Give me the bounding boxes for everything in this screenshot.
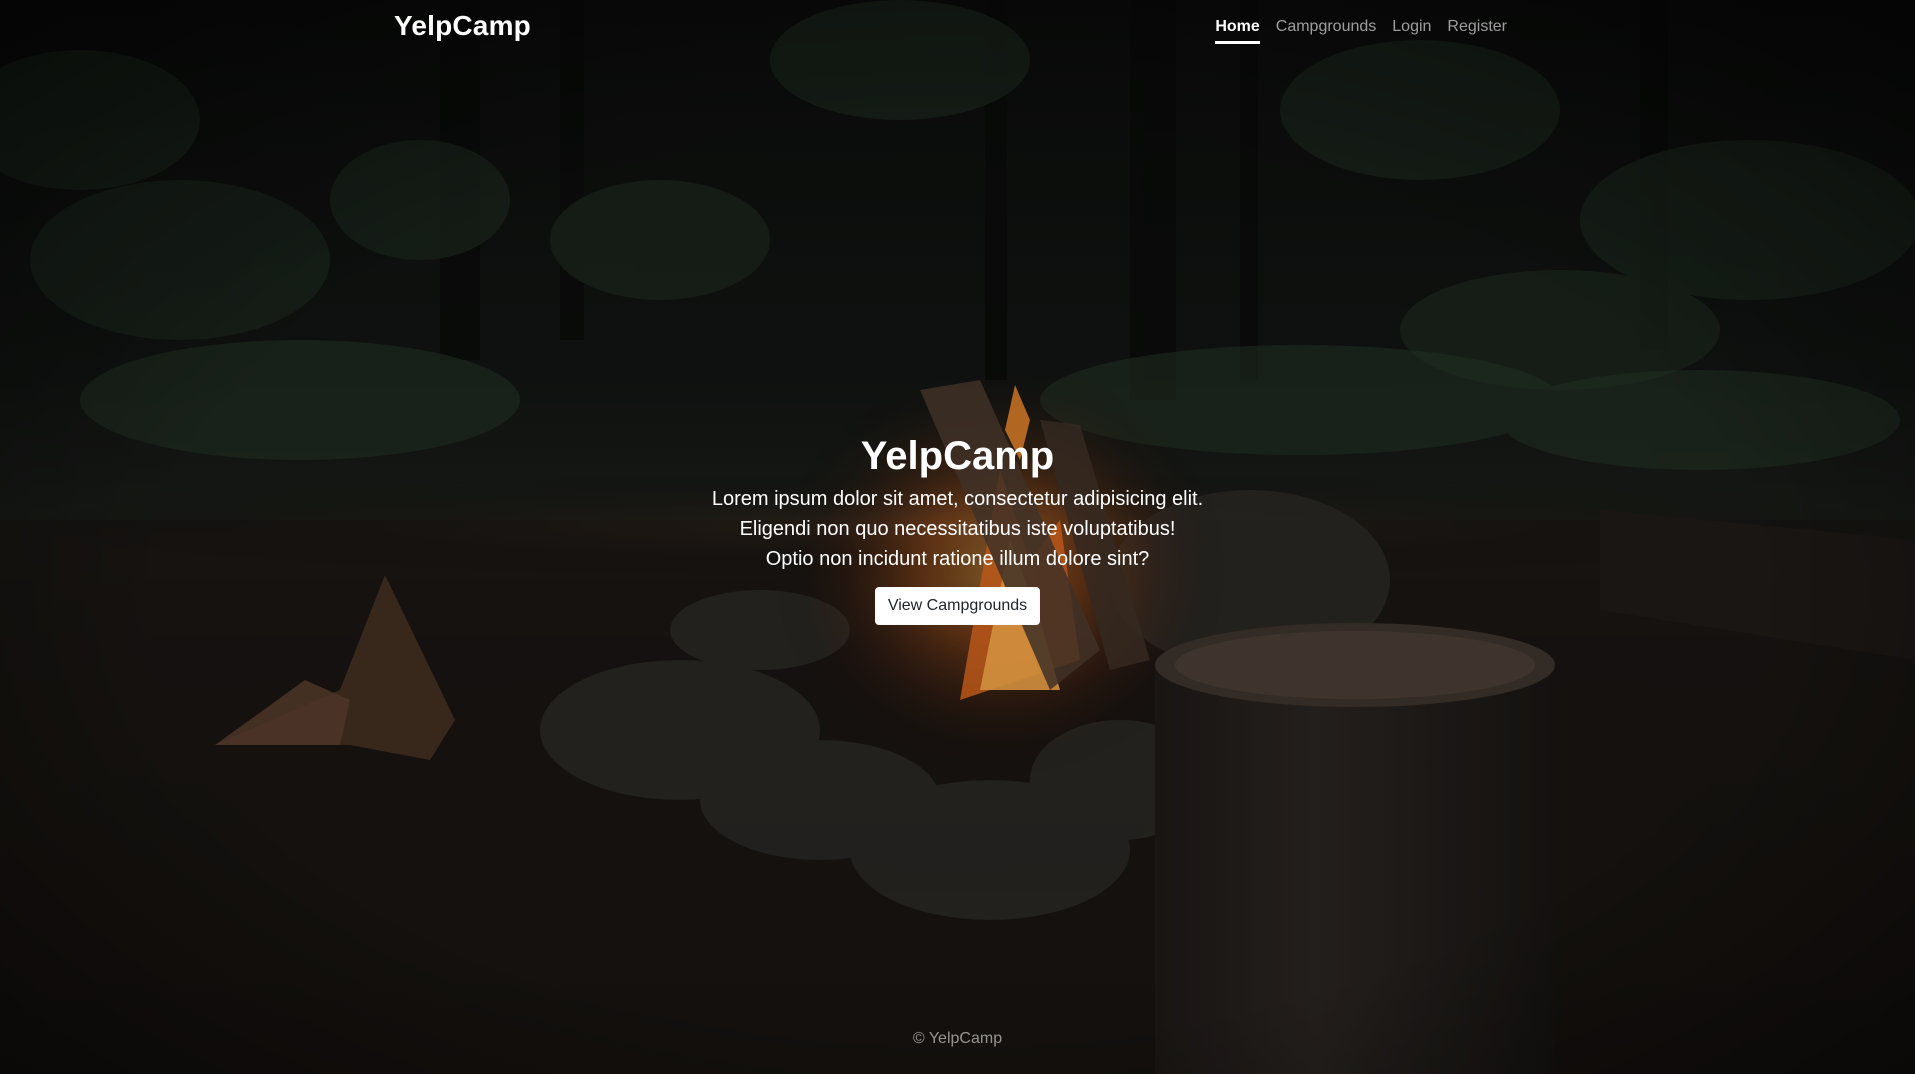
hero-description-line: Eligendi non quo necessitatibus iste vol…	[739, 518, 1176, 540]
hero-description-line: Lorem ipsum dolor sit amet, consectetur …	[711, 488, 1204, 510]
navbar: YelpCamp Home Campgrounds Login Register	[0, 0, 1915, 56]
view-campgrounds-button[interactable]: View Campgrounds	[874, 587, 1041, 625]
footer-copyright: © YelpCamp	[912, 1030, 1003, 1047]
nav-links: Home Campgrounds Login Register	[1215, 17, 1515, 44]
nav-link-register[interactable]: Register	[1439, 17, 1515, 44]
landing-page: YelpCamp Home Campgrounds Login Register…	[0, 0, 1915, 1074]
nav-link-campgrounds[interactable]: Campgrounds	[1268, 17, 1385, 44]
nav-link-login[interactable]: Login	[1384, 17, 1439, 44]
footer: © YelpCamp	[0, 1030, 1915, 1048]
hero-description-line: Optio non incidunt ratione illum dolore …	[765, 548, 1150, 570]
hero-title: YelpCamp	[860, 434, 1055, 478]
nav-link-home[interactable]: Home	[1215, 17, 1260, 44]
brand-logo[interactable]: YelpCamp	[394, 10, 531, 42]
hero-description: Lorem ipsum dolor sit amet, consectetur …	[0, 484, 1915, 574]
hero-section: YelpCamp Lorem ipsum dolor sit amet, con…	[0, 432, 1915, 625]
